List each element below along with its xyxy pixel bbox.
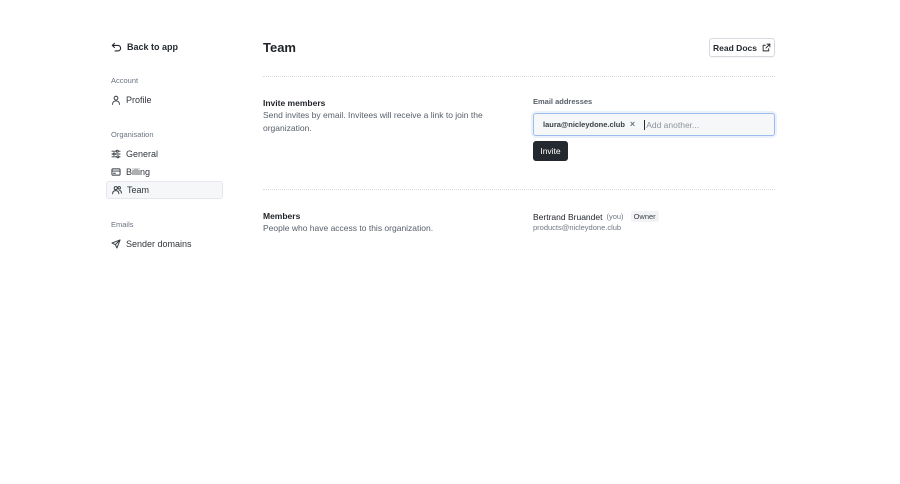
undo-arrow-icon bbox=[111, 42, 122, 53]
email-chip: laura@nicleydone.club × bbox=[543, 120, 635, 130]
email-chip-label: laura@nicleydone.club bbox=[543, 120, 625, 129]
invite-section-title: Invite members bbox=[263, 98, 326, 108]
member-email: products@nicleydone.club bbox=[533, 223, 622, 232]
sidebar-section-account: Account bbox=[111, 76, 139, 85]
sidebar-item-label: Team bbox=[127, 185, 150, 195]
users-icon bbox=[112, 185, 122, 195]
sidebar-item-label: Sender domains bbox=[126, 239, 192, 249]
sliders-icon bbox=[111, 149, 121, 159]
invite-button[interactable]: Invite bbox=[533, 141, 568, 161]
page-title: Team bbox=[263, 40, 296, 55]
email-addresses-field[interactable]: laura@nicleydone.club × bbox=[533, 113, 775, 136]
add-email-input[interactable] bbox=[644, 119, 757, 130]
user-icon bbox=[111, 95, 121, 105]
sidebar-item-label: Profile bbox=[126, 95, 152, 105]
sidebar-item-general[interactable]: General bbox=[106, 145, 223, 163]
sidebar-item-team[interactable]: Team bbox=[106, 181, 223, 199]
sidebar-section-organisation: Organisation bbox=[111, 130, 154, 139]
back-to-app-link[interactable]: Back to app bbox=[111, 40, 178, 54]
sidebar-section-emails: Emails bbox=[111, 220, 134, 229]
member-you-tag: (you) bbox=[606, 212, 624, 221]
members-section-description: People who have access to this organizat… bbox=[263, 223, 434, 233]
credit-card-icon bbox=[111, 167, 121, 177]
invite-section-description: Send invites by email. Invitees will rec… bbox=[263, 110, 483, 133]
close-icon[interactable]: × bbox=[630, 120, 635, 129]
sidebar-item-profile[interactable]: Profile bbox=[106, 91, 223, 109]
sidebar-item-label: Billing bbox=[126, 167, 151, 177]
divider bbox=[263, 76, 775, 77]
external-link-icon bbox=[762, 43, 771, 52]
member-row: Bertrand Bruandet (you) Owner bbox=[533, 211, 659, 222]
back-to-app-label: Back to app bbox=[127, 42, 179, 52]
read-docs-button[interactable]: Read Docs bbox=[709, 38, 775, 57]
send-icon bbox=[111, 239, 121, 249]
divider bbox=[263, 189, 775, 190]
email-addresses-label: Email addresses bbox=[533, 97, 593, 106]
sidebar-item-sender-domains[interactable]: Sender domains bbox=[106, 235, 223, 253]
role-badge: Owner bbox=[630, 211, 659, 222]
member-name: Bertrand Bruandet bbox=[533, 211, 603, 222]
sidebar-item-billing[interactable]: Billing bbox=[106, 163, 223, 181]
members-section-title: Members bbox=[263, 211, 301, 221]
sidebar-item-label: General bbox=[126, 149, 159, 159]
read-docs-label: Read Docs bbox=[713, 42, 757, 53]
